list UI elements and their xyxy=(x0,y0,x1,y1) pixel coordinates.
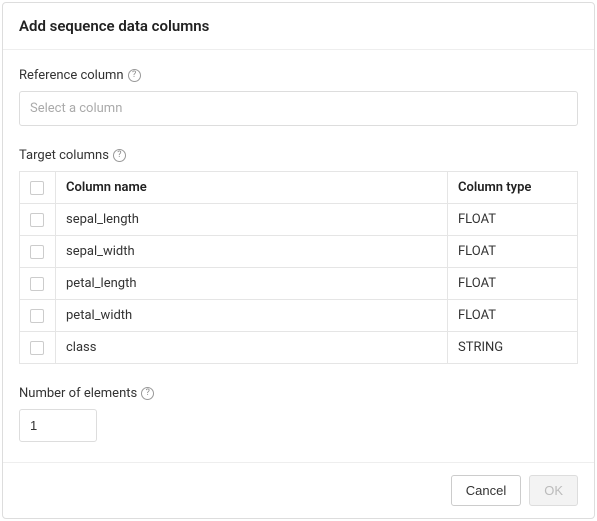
column-name-cell: sepal_length xyxy=(56,204,448,236)
header-column-name: Column name xyxy=(56,172,448,204)
table-row: petal_length FLOAT xyxy=(20,268,578,300)
elements-input[interactable] xyxy=(19,409,97,442)
row-checkbox[interactable] xyxy=(30,213,44,227)
row-checkbox[interactable] xyxy=(30,309,44,323)
dialog-body: Reference column ? Select a column Targe… xyxy=(3,50,594,462)
help-icon[interactable]: ? xyxy=(141,387,154,400)
reference-label-row: Reference column ? xyxy=(19,68,578,83)
help-icon[interactable]: ? xyxy=(128,69,141,82)
select-all-checkbox[interactable] xyxy=(30,181,44,195)
column-name-cell: class xyxy=(56,332,448,364)
reference-section: Reference column ? Select a column xyxy=(19,68,578,126)
target-section: Target columns ? Column name Column type xyxy=(19,148,578,364)
dialog-title: Add sequence data columns xyxy=(19,17,578,35)
column-name-cell: sepal_width xyxy=(56,236,448,268)
dialog-footer: Cancel OK xyxy=(3,462,594,518)
target-label-row: Target columns ? xyxy=(19,148,578,163)
header-checkbox-cell xyxy=(20,172,56,204)
elements-label: Number of elements xyxy=(19,386,137,401)
target-table: Column name Column type sepal_length FLO… xyxy=(19,171,578,364)
ok-button: OK xyxy=(529,475,578,506)
table-row: petal_width FLOAT xyxy=(20,300,578,332)
row-checkbox[interactable] xyxy=(30,341,44,355)
elements-section: Number of elements ? xyxy=(19,386,578,442)
column-type-cell: FLOAT xyxy=(448,204,578,236)
column-name-cell: petal_length xyxy=(56,268,448,300)
header-column-type: Column type xyxy=(448,172,578,204)
table-header-row: Column name Column type xyxy=(20,172,578,204)
help-icon[interactable]: ? xyxy=(113,149,126,162)
column-type-cell: FLOAT xyxy=(448,300,578,332)
target-label: Target columns xyxy=(19,148,109,163)
table-row: class STRING xyxy=(20,332,578,364)
elements-label-row: Number of elements ? xyxy=(19,386,578,401)
column-name-cell: petal_width xyxy=(56,300,448,332)
reference-placeholder: Select a column xyxy=(30,101,122,116)
table-row: sepal_width FLOAT xyxy=(20,236,578,268)
row-checkbox[interactable] xyxy=(30,277,44,291)
column-type-cell: STRING xyxy=(448,332,578,364)
column-type-cell: FLOAT xyxy=(448,236,578,268)
cancel-button[interactable]: Cancel xyxy=(451,475,521,506)
reference-label: Reference column xyxy=(19,68,124,83)
column-type-cell: FLOAT xyxy=(448,268,578,300)
dialog-header: Add sequence data columns xyxy=(3,3,594,50)
reference-select[interactable]: Select a column xyxy=(19,91,578,126)
row-checkbox[interactable] xyxy=(30,245,44,259)
dialog: Add sequence data columns Reference colu… xyxy=(2,2,595,519)
table-row: sepal_length FLOAT xyxy=(20,204,578,236)
